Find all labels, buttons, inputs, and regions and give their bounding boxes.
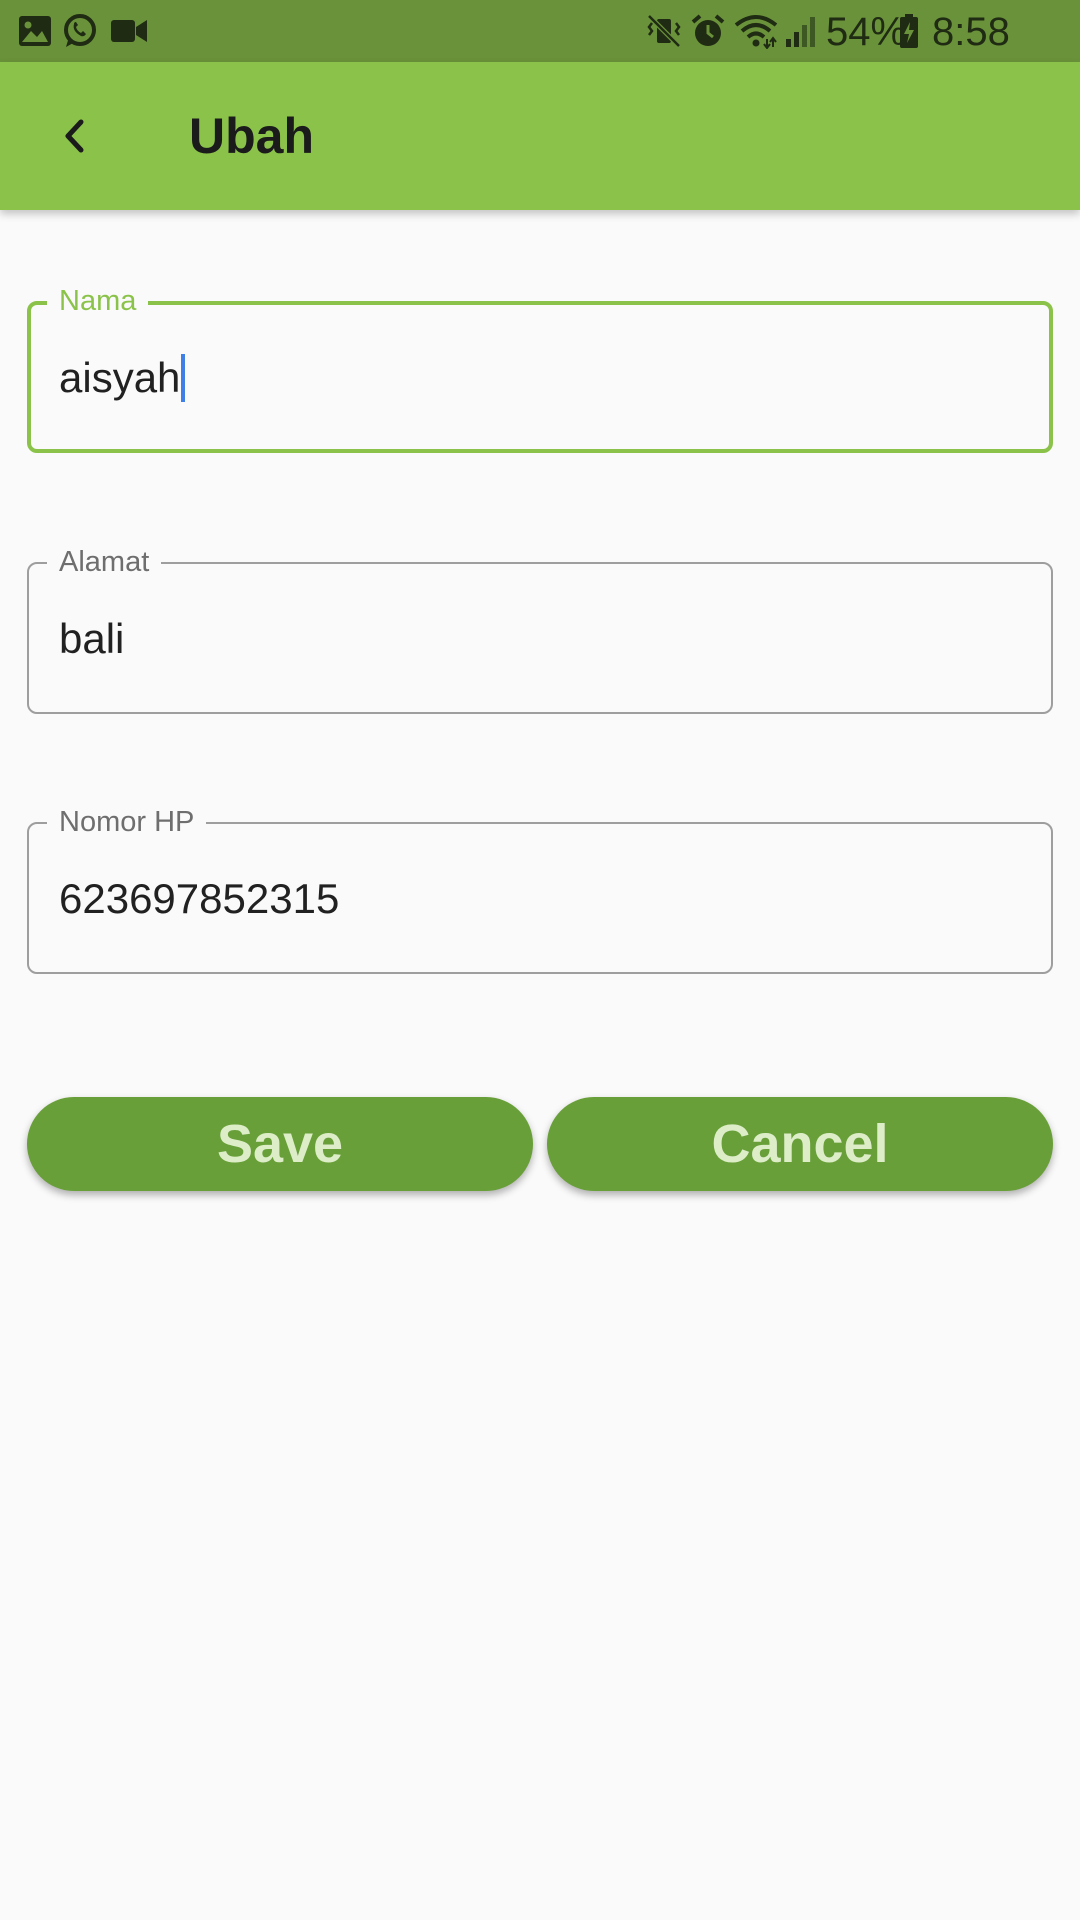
chevron-left-icon	[65, 119, 84, 153]
back-button[interactable]	[38, 100, 110, 172]
nama-input[interactable]: aisyah	[59, 343, 186, 413]
video-camera-icon	[111, 20, 147, 42]
nomor-hp-field[interactable]: Nomor HP	[27, 804, 1053, 974]
wifi-icon	[734, 15, 778, 49]
app-bar: Ubah	[0, 62, 1080, 210]
nama-field[interactable]: Nama aisyah	[27, 283, 1053, 453]
nama-value: aisyah	[59, 354, 181, 401]
whatsapp-icon	[64, 14, 96, 47]
battery-charging-icon	[900, 14, 918, 48]
vibrate-mute-icon	[647, 14, 681, 48]
nama-label: Nama	[47, 283, 149, 319]
gallery-icon	[19, 16, 51, 46]
nomor-hp-label: Nomor HP	[47, 804, 207, 840]
alarm-icon	[691, 14, 725, 46]
cancel-button[interactable]: Cancel	[547, 1097, 1053, 1191]
battery-percent: 54%	[826, 10, 907, 54]
alamat-field[interactable]: Alamat	[27, 544, 1053, 714]
alamat-label: Alamat	[47, 544, 162, 580]
save-button[interactable]: Save	[27, 1097, 533, 1191]
alamat-input[interactable]	[59, 604, 1019, 674]
nomor-hp-input[interactable]	[59, 864, 1019, 934]
page-title: Ubah	[189, 108, 314, 164]
status-bar: 54% 8:58 PM	[0, 0, 1080, 102]
signal-icon	[786, 17, 815, 47]
text-caret	[181, 354, 186, 402]
